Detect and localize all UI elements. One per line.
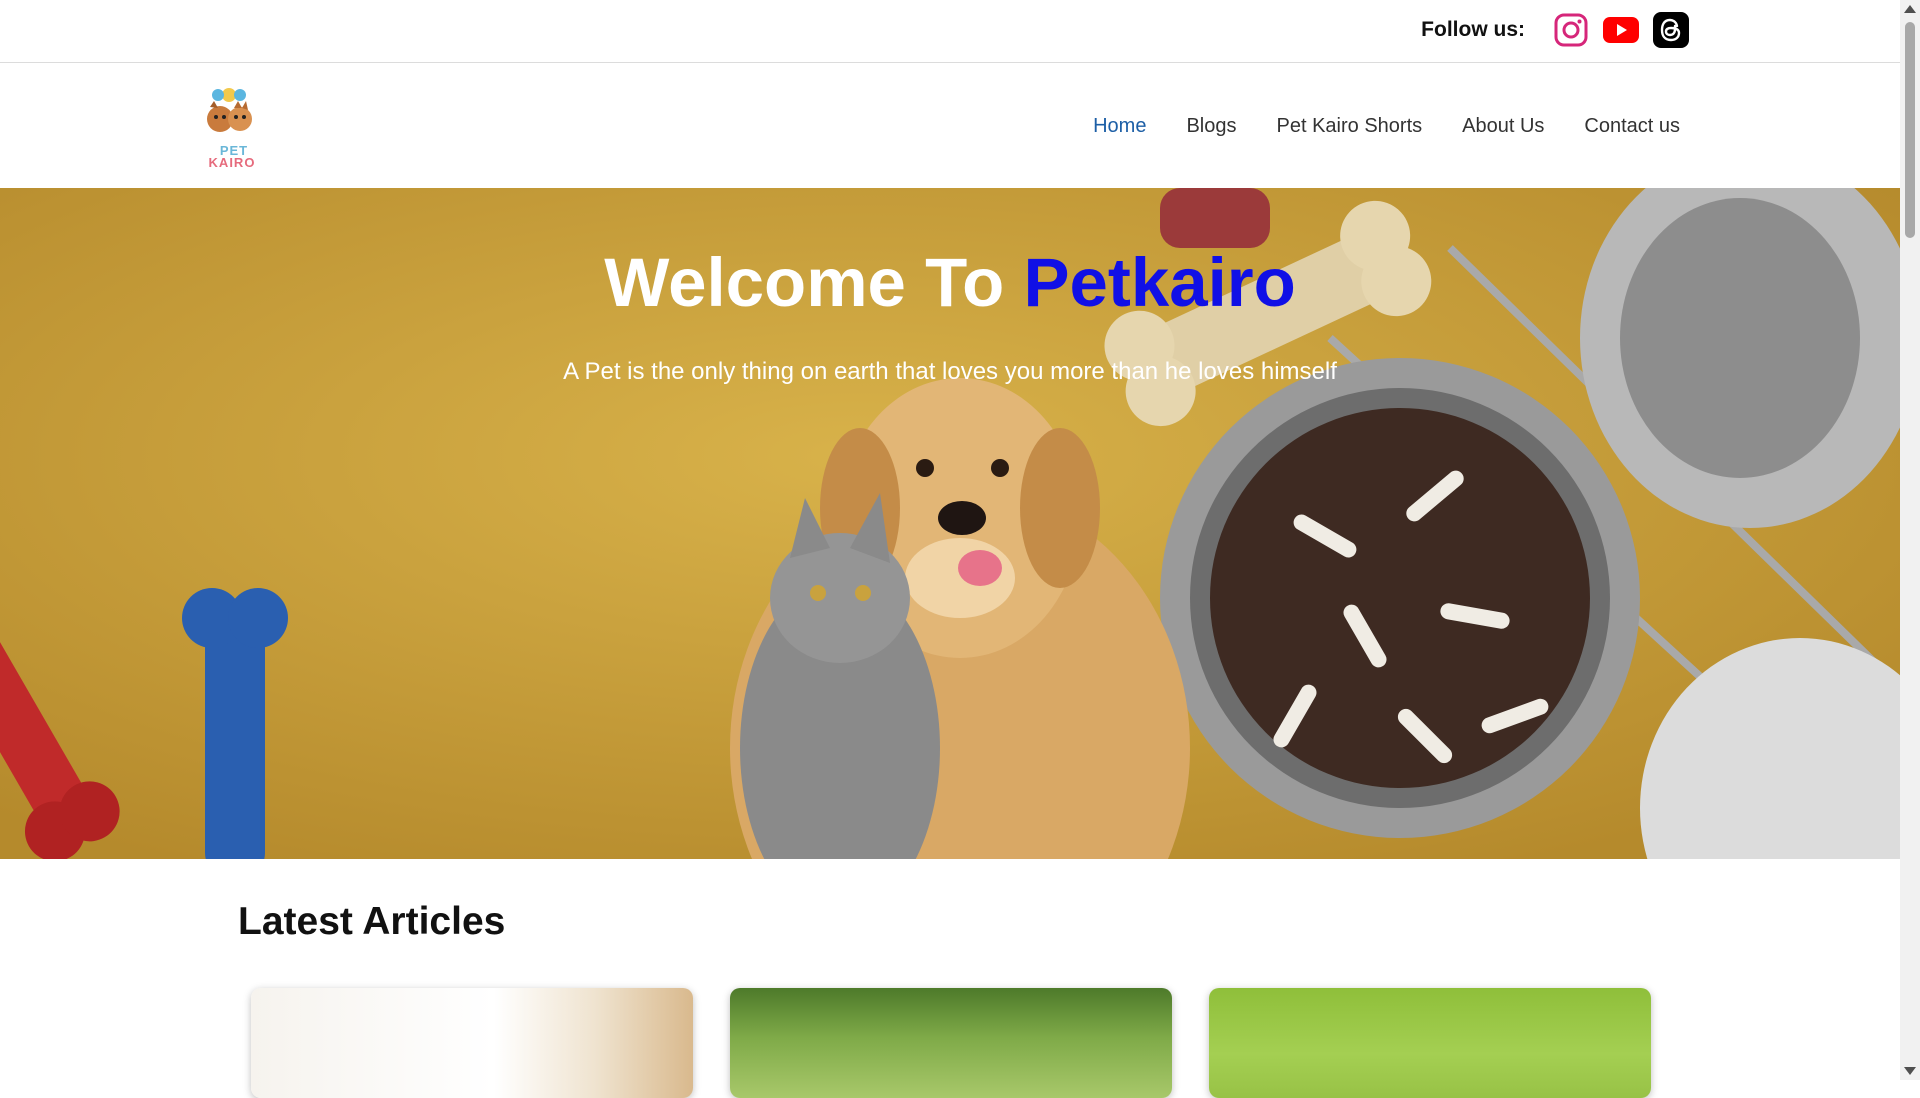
scroll-down-arrow-icon[interactable] (1904, 1067, 1916, 1075)
navbar: PET KAIRO Home Blogs Pet Kairo Shorts Ab… (0, 63, 1900, 188)
article-card[interactable] (730, 988, 1172, 1098)
hero-title-brand: Petkairo (1023, 244, 1296, 321)
logo-text-kairo: KAIRO (208, 155, 256, 170)
youtube-icon[interactable] (1603, 12, 1639, 48)
nav-pet-kairo-shorts[interactable]: Pet Kairo Shorts (1277, 115, 1423, 138)
hero-title-prefix: Welcome To (604, 244, 1024, 321)
logo[interactable]: PET KAIRO (198, 83, 260, 170)
pet-logo-icon (207, 88, 252, 132)
hero-subtitle: A Pet is the only thing on earth that lo… (563, 358, 1337, 385)
nav-blogs[interactable]: Blogs (1186, 115, 1236, 138)
nav-home[interactable]: Home (1093, 115, 1146, 138)
main-nav: Home Blogs Pet Kairo Shorts About Us Con… (1093, 115, 1680, 138)
top-bar: Follow us: (0, 0, 1900, 63)
threads-icon[interactable] (1653, 12, 1689, 48)
latest-articles-heading: Latest Articles (238, 900, 506, 943)
hero-title: Welcome To Petkairo (0, 243, 1900, 322)
social-links: Follow us: (1421, 12, 1689, 48)
hero-banner: Welcome To Petkairo A Pet is the only th… (0, 188, 1900, 859)
nav-contact-us[interactable]: Contact us (1584, 115, 1680, 138)
article-card[interactable] (251, 988, 693, 1098)
instagram-icon[interactable] (1553, 12, 1589, 48)
nav-about-us[interactable]: About Us (1462, 115, 1544, 138)
page-scrollbar[interactable] (1900, 0, 1920, 1080)
article-card[interactable] (1209, 988, 1651, 1098)
scrollbar-thumb[interactable] (1905, 22, 1915, 238)
scroll-up-arrow-icon[interactable] (1904, 5, 1916, 13)
follow-label: Follow us: (1421, 18, 1525, 41)
